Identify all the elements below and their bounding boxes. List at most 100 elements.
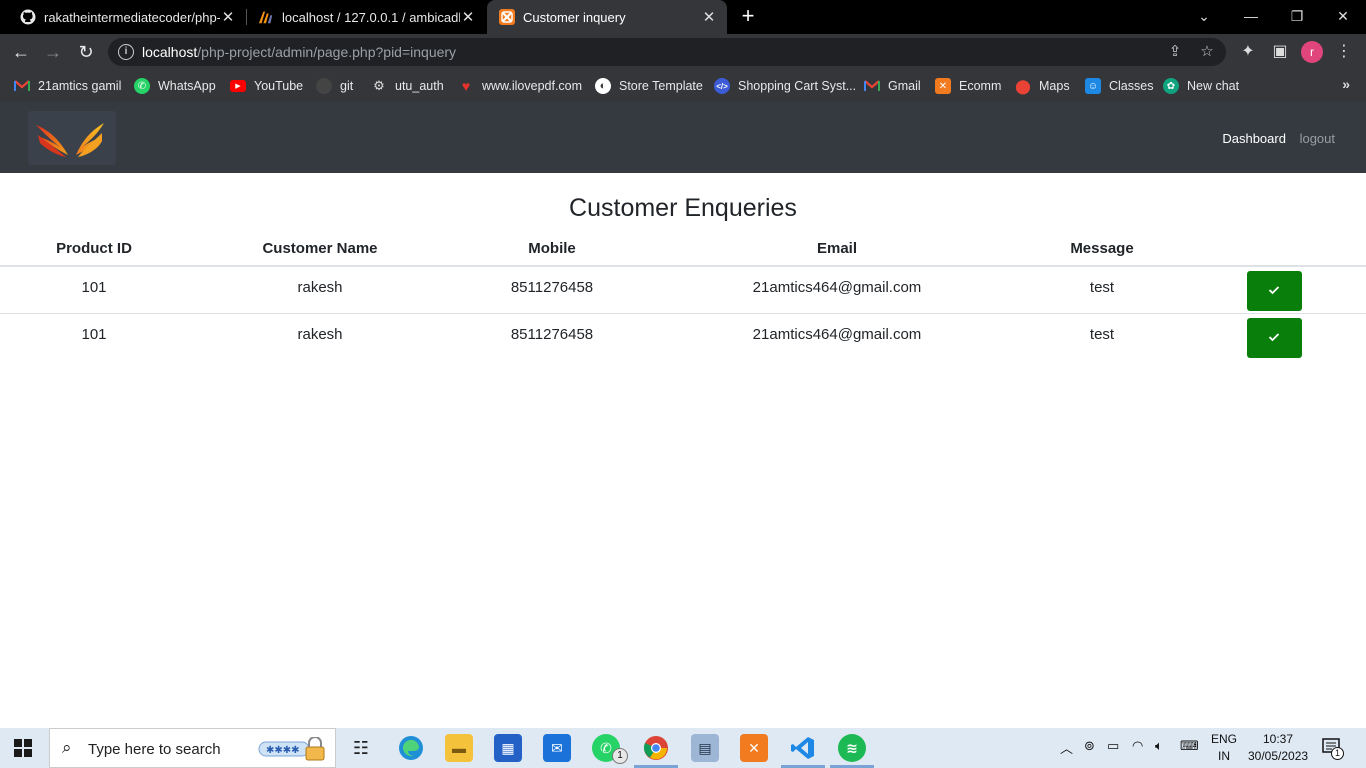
new-tab-button[interactable]: + bbox=[737, 4, 759, 30]
globe-icon: ◐ bbox=[595, 78, 611, 94]
notification-center-icon[interactable]: 1 bbox=[1322, 738, 1344, 760]
show-hidden-icons-icon[interactable]: ︿ bbox=[1060, 738, 1073, 757]
address-bar-row: ← → ↻ i localhost/php-project/admin/page… bbox=[0, 34, 1366, 70]
svg-text:✱✱✱✱: ✱✱✱✱ bbox=[266, 745, 300, 756]
bookmark-ilovepdf[interactable]: ♥ www.ilovepdf.com bbox=[458, 76, 582, 96]
bookmark-utu-auth[interactable]: ⚙ utu_auth bbox=[371, 76, 444, 96]
forward-button[interactable]: → bbox=[42, 41, 64, 63]
bookmark-whatsapp[interactable]: ✆ WhatsApp bbox=[134, 76, 216, 96]
minimize-button[interactable]: — bbox=[1228, 0, 1274, 34]
bookmark-label: Ecomm bbox=[959, 79, 1002, 93]
clock-date: 30/05/2023 bbox=[1248, 749, 1309, 763]
volume-icon[interactable]: 🔈︎ bbox=[1155, 738, 1163, 754]
bookmark-classes[interactable]: ☺ Classes bbox=[1085, 76, 1153, 96]
cell-message: test bbox=[1022, 266, 1182, 314]
bookmark-new-chat[interactable]: ✿ New chat bbox=[1163, 76, 1239, 96]
bookmark-label: Maps bbox=[1039, 79, 1070, 93]
microsoft-store-icon[interactable]: ▦ bbox=[494, 734, 522, 762]
more-bookmarks-icon[interactable]: » bbox=[1342, 76, 1350, 92]
share-icon[interactable]: ⇪ bbox=[1166, 43, 1184, 61]
windows-start-icon[interactable] bbox=[14, 739, 32, 757]
search-icon: ⌕ bbox=[62, 738, 72, 757]
bookmark-label: git bbox=[340, 79, 354, 93]
file-explorer-icon[interactable]: ▬ bbox=[445, 734, 473, 762]
bookmark-git[interactable]: git bbox=[316, 76, 353, 96]
brand-logo[interactable] bbox=[28, 111, 116, 165]
tab-github[interactable]: rakatheintermediatecoder/php-p ✕ bbox=[0, 0, 246, 34]
chrome-icon[interactable] bbox=[642, 734, 670, 762]
site-info-icon[interactable]: i bbox=[118, 44, 134, 60]
control-panel-icon[interactable]: ▤ bbox=[691, 734, 719, 762]
dashboard-link[interactable]: Dashboard bbox=[1222, 131, 1286, 146]
whatsapp-icon: ✆ bbox=[134, 78, 150, 94]
bookmark-gmail[interactable]: Gmail bbox=[864, 76, 921, 96]
enquiries-table: Product ID Customer Name Mobile Email Me… bbox=[0, 232, 1366, 360]
taskbar-search-box[interactable]: ⌕ Type here to search ✱✱✱✱ bbox=[49, 728, 336, 768]
bookmark-ecomm[interactable]: ✕ Ecomm bbox=[935, 76, 1001, 96]
edge-icon[interactable] bbox=[397, 734, 425, 762]
classroom-icon: ☺ bbox=[1085, 78, 1101, 94]
page-content: Dashboard logout Customer Enqueries Prod… bbox=[0, 102, 1366, 728]
cell-email: 21amtics464@gmail.com bbox=[652, 266, 1022, 314]
reload-button[interactable]: ↻ bbox=[75, 41, 97, 63]
bookmark-21amtics-gamil[interactable]: 21amtics gamil bbox=[14, 76, 121, 96]
task-view-icon[interactable]: ☷ bbox=[347, 734, 375, 762]
side-panel-icon[interactable]: ▣ bbox=[1269, 41, 1291, 63]
mail-icon[interactable]: ✉ bbox=[543, 734, 571, 762]
tab-customer-inquery[interactable]: Customer inquery ✕ bbox=[487, 0, 727, 34]
omnibox[interactable]: i localhost/php-project/admin/page.php?p… bbox=[108, 38, 1226, 66]
language-code: ENG bbox=[1210, 732, 1237, 746]
extensions-icon[interactable]: ✦ bbox=[1237, 41, 1259, 63]
battery-icon[interactable]: ▭ bbox=[1107, 738, 1119, 754]
close-window-button[interactable]: ✕ bbox=[1320, 0, 1366, 34]
input-language-indicator[interactable]: ENG IN bbox=[1210, 731, 1238, 765]
bookmark-label: www.ilovepdf.com bbox=[482, 79, 583, 93]
bookmark-label: Gmail bbox=[888, 79, 921, 93]
wifi-icon[interactable]: ◠ bbox=[1132, 738, 1143, 754]
cell-customer-name: rakesh bbox=[188, 266, 452, 314]
tab-title: Customer inquery bbox=[523, 9, 626, 25]
close-tab-icon[interactable]: ✕ bbox=[220, 8, 236, 26]
header-product-id: Product ID bbox=[0, 232, 188, 267]
mark-done-button[interactable] bbox=[1246, 317, 1302, 358]
password-lock-icon: ✱✱✱✱ bbox=[258, 737, 325, 761]
spotify-icon[interactable]: ≋ bbox=[838, 734, 866, 762]
close-tab-icon[interactable]: ✕ bbox=[701, 8, 717, 26]
url-text[interactable]: localhost/php-project/admin/page.php?pid… bbox=[142, 44, 456, 60]
bookmark-shopping-cart[interactable]: </> Shopping Cart Syst... bbox=[714, 76, 856, 96]
tab-title: rakatheintermediatecoder/php-p bbox=[44, 9, 220, 25]
back-button[interactable]: ← bbox=[10, 41, 32, 63]
cell-action bbox=[1182, 266, 1366, 314]
bookmark-label: Shopping Cart Syst... bbox=[738, 79, 857, 93]
mark-done-button[interactable] bbox=[1246, 271, 1302, 311]
bookmark-star-icon[interactable]: ☆ bbox=[1198, 43, 1216, 61]
header-action bbox=[1182, 232, 1366, 267]
profile-avatar[interactable]: r bbox=[1301, 41, 1323, 63]
keyboard-icon[interactable]: ⌨ bbox=[1180, 738, 1199, 754]
meet-now-icon[interactable]: ⊚ bbox=[1084, 738, 1095, 754]
bookmark-store-template[interactable]: ◐ Store Template bbox=[595, 76, 703, 96]
close-tab-icon[interactable]: ✕ bbox=[460, 8, 476, 26]
vscode-icon[interactable] bbox=[789, 734, 817, 762]
whatsapp-badge: 1 bbox=[612, 748, 628, 764]
tab-phpmyadmin[interactable]: localhost / 127.0.0.1 / ambicadb / ✕ bbox=[238, 0, 486, 34]
navbar-links: Dashboard logout bbox=[1212, 131, 1335, 146]
notification-count: 1 bbox=[1331, 747, 1344, 760]
maps-icon: ⬤ bbox=[1015, 77, 1031, 94]
cell-product-id: 101 bbox=[81, 325, 107, 343]
system-clock[interactable]: 10:37 30/05/2023 bbox=[1248, 731, 1308, 765]
gmail-icon bbox=[864, 78, 880, 94]
bookmark-youtube[interactable]: ▶ YouTube bbox=[230, 76, 303, 96]
region-code: IN bbox=[1218, 749, 1230, 763]
github-icon bbox=[20, 9, 36, 25]
cell-mobile: 8511276458 bbox=[510, 325, 594, 343]
menu-kebab-icon[interactable]: ⋮ bbox=[1333, 41, 1355, 63]
tab-search-icon[interactable]: ⌄ bbox=[1181, 0, 1227, 34]
bookmark-maps[interactable]: ⬤ Maps bbox=[1015, 76, 1070, 96]
bookmark-label: 21amtics gamil bbox=[38, 79, 122, 93]
xampp-taskbar-icon[interactable]: ✕ bbox=[740, 734, 768, 762]
bookmark-label: YouTube bbox=[254, 79, 304, 93]
admin-navbar: Dashboard logout bbox=[0, 102, 1366, 173]
logout-link[interactable]: logout bbox=[1300, 131, 1335, 146]
restore-button[interactable]: ❐ bbox=[1274, 0, 1320, 34]
